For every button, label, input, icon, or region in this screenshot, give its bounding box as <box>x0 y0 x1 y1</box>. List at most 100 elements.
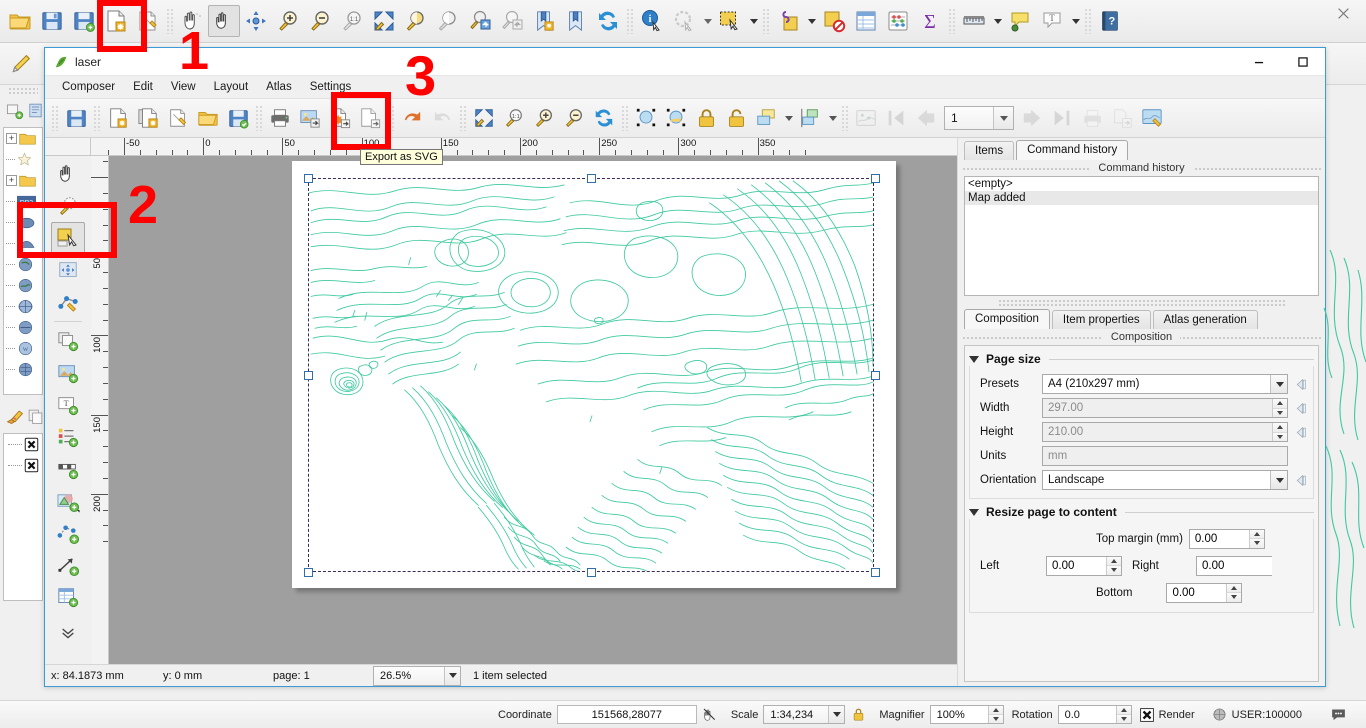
selection-handle-nw[interactable] <box>304 174 313 183</box>
presets-combo[interactable]: A4 (210x297 mm) <box>1042 374 1288 394</box>
secondary-panel[interactable] <box>3 433 43 601</box>
zoom-in-icon[interactable] <box>529 103 559 133</box>
new-composer-icon[interactable] <box>103 103 133 133</box>
selection-handle-se[interactable] <box>871 568 880 577</box>
field-calculator-icon[interactable] <box>882 5 914 37</box>
list-item[interactable]: <empty> <box>965 177 1318 191</box>
add-scalebar-icon[interactable] <box>51 453 85 485</box>
pan-to-selection-icon[interactable] <box>240 5 272 37</box>
atlas-export-image-icon[interactable] <box>1107 103 1137 133</box>
edit-nodes-icon[interactable] <box>51 286 85 318</box>
panel-grip[interactable] <box>8 87 38 94</box>
composer-minimize-button[interactable] <box>1237 48 1281 76</box>
map-tips-icon[interactable] <box>1004 5 1036 37</box>
zoom-full-icon[interactable] <box>368 5 400 37</box>
toolbar-handle[interactable] <box>51 105 59 131</box>
crs-globe-icon[interactable] <box>1208 707 1232 722</box>
chevron-down-icon[interactable] <box>804 5 818 37</box>
load-template-icon[interactable] <box>193 103 223 133</box>
list-item[interactable]: Map added <box>965 191 1318 205</box>
open-project-icon[interactable] <box>4 5 36 37</box>
tab-items[interactable]: Items <box>964 141 1015 160</box>
show-bookmarks-icon[interactable] <box>560 5 592 37</box>
chevron-down-icon[interactable] <box>700 5 714 37</box>
menu-composer[interactable]: Composer <box>53 79 124 95</box>
layer-row[interactable] <box>4 233 42 254</box>
coordinate-field[interactable]: 151568,28077 <box>556 705 697 724</box>
zoom-to-layer-icon[interactable] <box>432 5 464 37</box>
tab-item-properties[interactable]: Item properties <box>1051 310 1151 329</box>
bottom-margin-spinner[interactable]: 0.00 <box>1166 582 1243 603</box>
export-image-icon[interactable] <box>295 103 325 133</box>
menu-edit[interactable]: Edit <box>124 79 162 95</box>
dock-splitter[interactable] <box>998 299 1285 306</box>
lock-items-icon[interactable] <box>691 103 721 133</box>
move-item-content-icon[interactable] <box>661 103 691 133</box>
save-project-as-icon[interactable] <box>68 5 100 37</box>
bottom-margin-stepper[interactable] <box>1226 583 1242 602</box>
atlas-last-feature-icon[interactable] <box>1047 103 1077 133</box>
composer-manager-icon[interactable] <box>132 5 164 37</box>
composer-page[interactable] <box>292 161 896 588</box>
move-item-content-icon[interactable] <box>51 254 85 286</box>
zoom-tool-icon[interactable] <box>51 190 85 222</box>
composer-manager-icon[interactable] <box>163 103 193 133</box>
unlock-items-icon[interactable] <box>721 103 751 133</box>
chevron-down-icon[interactable] <box>990 5 1004 37</box>
layer-row[interactable] <box>4 149 42 170</box>
group-items-icon[interactable] <box>751 103 781 133</box>
render-checkbox[interactable] <box>1136 707 1158 722</box>
zoom-out-icon[interactable] <box>559 103 589 133</box>
zoom-native-icon[interactable]: 1:1 <box>499 103 529 133</box>
zoom-out-icon[interactable] <box>304 5 336 37</box>
select-move-item-icon[interactable] <box>631 103 661 133</box>
chevron-down-icon[interactable] <box>1270 375 1287 393</box>
new-bookmark-icon[interactable] <box>528 5 560 37</box>
layer-row[interactable] <box>4 296 42 317</box>
composer-canvas[interactable] <box>109 156 957 664</box>
add-group-icon[interactable] <box>4 98 26 122</box>
selection-handle-e[interactable] <box>871 371 880 380</box>
left-margin-spinner[interactable]: 0.00 <box>1046 555 1122 576</box>
chevron-down-icon[interactable] <box>828 706 845 723</box>
menu-atlas[interactable]: Atlas <box>257 79 301 95</box>
tab-composition[interactable]: Composition <box>964 309 1050 329</box>
resize-page-title-row[interactable]: Resize page to content <box>969 505 1314 519</box>
data-defined-override-icon[interactable] <box>1291 378 1309 391</box>
atlas-prev-feature-icon[interactable] <box>911 103 941 133</box>
menu-view[interactable]: View <box>162 79 205 95</box>
add-shape-icon[interactable] <box>51 485 85 517</box>
measure-line-icon[interactable] <box>958 5 990 37</box>
magnifier-stepper[interactable] <box>987 706 1003 723</box>
layer-row[interactable] <box>4 317 42 338</box>
units-combo[interactable]: mm <box>1042 446 1288 466</box>
atlas-preview-icon[interactable] <box>1137 103 1167 133</box>
panel-item[interactable] <box>4 434 42 455</box>
data-defined-override-icon[interactable] <box>1291 426 1309 439</box>
width-spinner[interactable]: 297.00 <box>1042 398 1288 418</box>
layer-group-row[interactable]: + <box>4 128 42 149</box>
print-icon[interactable] <box>265 103 295 133</box>
add-image-icon[interactable] <box>51 357 85 389</box>
scale-combo[interactable]: 1:34,234 <box>763 705 846 724</box>
panel-item[interactable] <box>4 455 42 476</box>
zoom-full-icon[interactable] <box>469 103 499 133</box>
chevron-down-icon[interactable] <box>781 102 795 134</box>
selection-handle-n[interactable] <box>587 174 596 183</box>
atlas-page-combo[interactable]: 1 <box>944 106 1014 130</box>
duplicate-layer-icon[interactable] <box>26 404 46 428</box>
top-margin-spinner[interactable]: 0.00 <box>1188 528 1265 549</box>
pencil-edit-icon[interactable] <box>6 48 38 80</box>
layer-group-row[interactable]: + <box>4 170 42 191</box>
left-margin-stepper[interactable] <box>1106 556 1121 575</box>
chevron-down-icon[interactable] <box>825 102 839 134</box>
select-features-icon[interactable] <box>714 5 746 37</box>
styling-brush-icon[interactable] <box>4 404 26 428</box>
select-move-item-icon[interactable] <box>51 222 85 254</box>
add-node-item-icon[interactable] <box>51 517 85 549</box>
refresh-view-icon[interactable] <box>589 103 619 133</box>
messages-icon[interactable] <box>1323 706 1353 723</box>
zoom-native-icon[interactable]: 1:1 <box>336 5 368 37</box>
chevron-down-icon[interactable] <box>444 666 460 685</box>
chevron-down-icon[interactable] <box>1068 5 1082 37</box>
